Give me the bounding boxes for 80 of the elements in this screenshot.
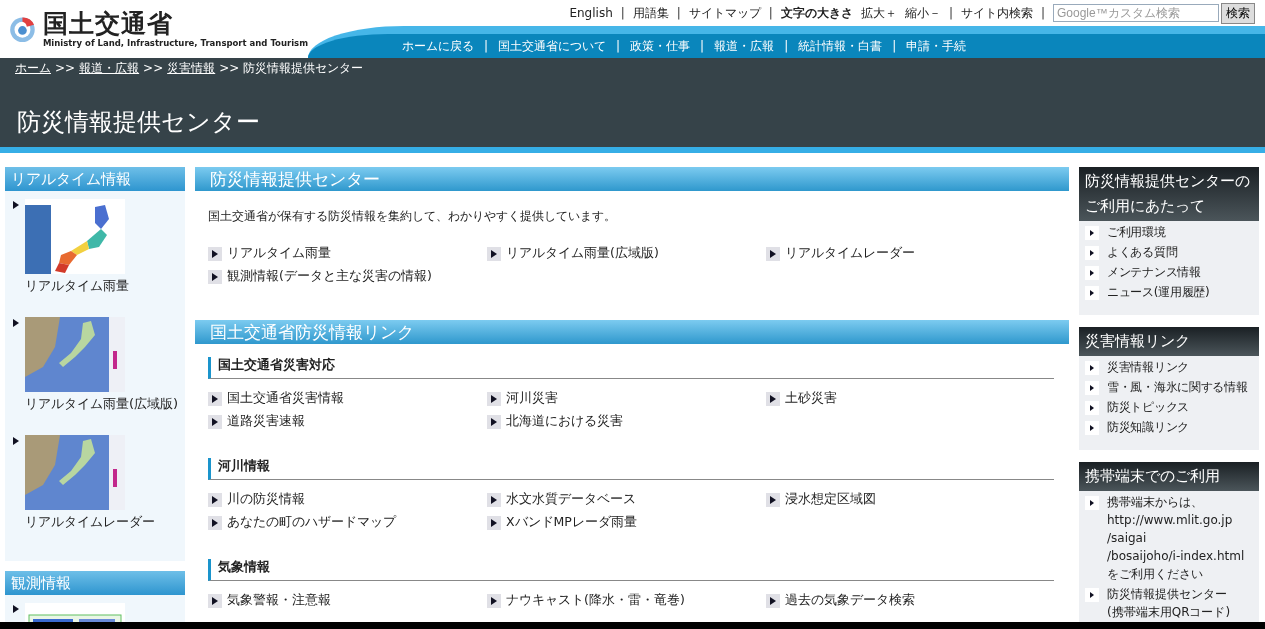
group-heading: 気象情報	[208, 559, 1054, 581]
content-link[interactable]: あなたの町のハザードマップ	[227, 514, 396, 531]
sidebar-link[interactable]: 防災トピックス	[1107, 398, 1189, 416]
separator: |	[620, 6, 625, 20]
nav-link[interactable]: ホームに戻る	[402, 37, 474, 55]
panel-header: 携帯端末でのご利用	[1079, 462, 1259, 491]
separator: |	[948, 6, 953, 20]
font-size-label: 文字の大きさ	[780, 4, 853, 22]
separator: |	[892, 39, 897, 53]
arrow-icon	[13, 605, 19, 613]
separator: |	[484, 39, 489, 53]
sidebar-link[interactable]: メンテナンス情報	[1107, 263, 1201, 281]
site-search-link[interactable]: サイト内検索	[960, 4, 1033, 22]
content-link[interactable]: リアルタイム雨量	[227, 245, 331, 262]
content-link[interactable]: 観測情報(データと主な災害の情報)	[227, 268, 432, 285]
panel-header: リアルタイム情報	[5, 167, 185, 191]
nav-link[interactable]: 国土交通省について	[498, 37, 607, 55]
sidebar-link[interactable]: 災害情報リンク	[1107, 358, 1189, 376]
content-link[interactable]: 国土交通省災害情報	[227, 390, 344, 407]
content-link[interactable]: 過去の気象データ検索	[785, 592, 915, 609]
nav-link[interactable]: 報道・広報	[714, 37, 775, 55]
separator: |	[1040, 6, 1045, 20]
separator: |	[768, 6, 773, 20]
content-link[interactable]: 道路災害速報	[227, 413, 305, 430]
sidebar-link[interactable]: ニュース(運用履歴)	[1107, 283, 1210, 301]
utility-link[interactable]: 用語集	[632, 4, 669, 22]
arrow-icon	[13, 201, 19, 209]
utility-link[interactable]: サイトマップ	[688, 4, 761, 22]
breadcrumb-link[interactable]: 災害情報	[167, 59, 216, 77]
ministry-logo-title: 国土交通省	[42, 10, 174, 38]
content-link[interactable]: 河川災害	[506, 390, 558, 407]
content-link[interactable]: XバンドMPレーダ雨量	[506, 514, 637, 531]
arrow-icon	[13, 319, 19, 327]
panel-header: 災害情報リンク	[1079, 327, 1259, 356]
content-link[interactable]: 北海道における災害	[506, 413, 623, 430]
panel-header: 観測情報	[5, 571, 185, 595]
breadcrumb-separator: >>	[55, 61, 76, 75]
page-title: 防災情報提供センター	[16, 106, 260, 138]
intro-text: 国土交通省が保有する防災情報を集約して、わかりやすく提供しています。	[208, 208, 617, 225]
utility-link[interactable]: English	[569, 6, 613, 20]
info-text: 防災情報提供センター (携帯端末用QRコード)	[1107, 586, 1231, 621]
content-link[interactable]: 浸水想定区域図	[785, 491, 876, 508]
ministry-logo-subtitle: Ministry of Land, Infrastructure, Transport and Tourism	[42, 38, 308, 48]
sidebar-link[interactable]: 防災知識リンク	[1107, 418, 1189, 436]
content-link[interactable]: ナウキャスト(降水・雷・竜巻)	[506, 592, 685, 609]
content-link[interactable]: 川の防災情報	[227, 491, 305, 508]
sidebar-link[interactable]: 雪・風・海氷に関する情報	[1107, 378, 1248, 396]
nav-link[interactable]: 政策・仕事	[630, 37, 691, 55]
font-size-link[interactable]: 拡大＋	[860, 4, 897, 22]
breadcrumb-current-page: 防災情報提供センター	[243, 59, 364, 77]
breadcrumb-link[interactable]: ホーム	[15, 59, 51, 77]
group-heading: 河川情報	[208, 458, 1054, 480]
breadcrumb-separator: >>	[219, 61, 240, 75]
font-size-link[interactable]: 縮小－	[904, 4, 941, 22]
breadcrumb-separator: >>	[143, 61, 164, 75]
nav-link[interactable]: 統計情報・白書	[798, 37, 883, 55]
separator: |	[616, 39, 621, 53]
section-header: 防災情報提供センター	[195, 167, 1069, 191]
sidebar-link[interactable]: リアルタイム雨量	[25, 277, 129, 295]
arrow-icon	[13, 437, 19, 445]
content-link[interactable]: リアルタイムレーダー	[785, 245, 915, 262]
nav-link[interactable]: 申請・手続	[906, 37, 967, 55]
separator: |	[676, 6, 681, 20]
sidebar-link[interactable]: よくある質問	[1107, 243, 1178, 261]
content-link[interactable]: 水文水質データベース	[506, 491, 636, 508]
sidebar-link[interactable]: リアルタイム雨量(広域版)	[25, 395, 179, 413]
breadcrumb-link[interactable]: 報道・広報	[79, 59, 140, 77]
info-text: 携帯端末からは、 http://www.mlit.go.jp /saigai /bosaijoho/i-index.html をご利用ください	[1107, 494, 1245, 583]
content-link[interactable]: 気象警報・注意報	[227, 592, 331, 609]
sidebar-link[interactable]: リアルタイムレーダー	[25, 513, 155, 531]
separator: |	[784, 39, 789, 53]
sidebar-link[interactable]: ご利用環境	[1107, 223, 1166, 241]
content-link[interactable]: リアルタイム雨量(広域版)	[506, 245, 659, 262]
search-field[interactable]: Google™カスタム検索	[1053, 4, 1219, 22]
panel-header: 防災情報提供センターのご利用にあたって	[1079, 167, 1259, 221]
separator: |	[700, 39, 705, 53]
section-header: 国土交通省防災情報リンク	[195, 320, 1069, 344]
group-heading: 国土交通省災害対応	[208, 357, 1054, 379]
content-link[interactable]: 土砂災害	[785, 390, 837, 407]
search-button[interactable]: 検索	[1221, 2, 1255, 24]
